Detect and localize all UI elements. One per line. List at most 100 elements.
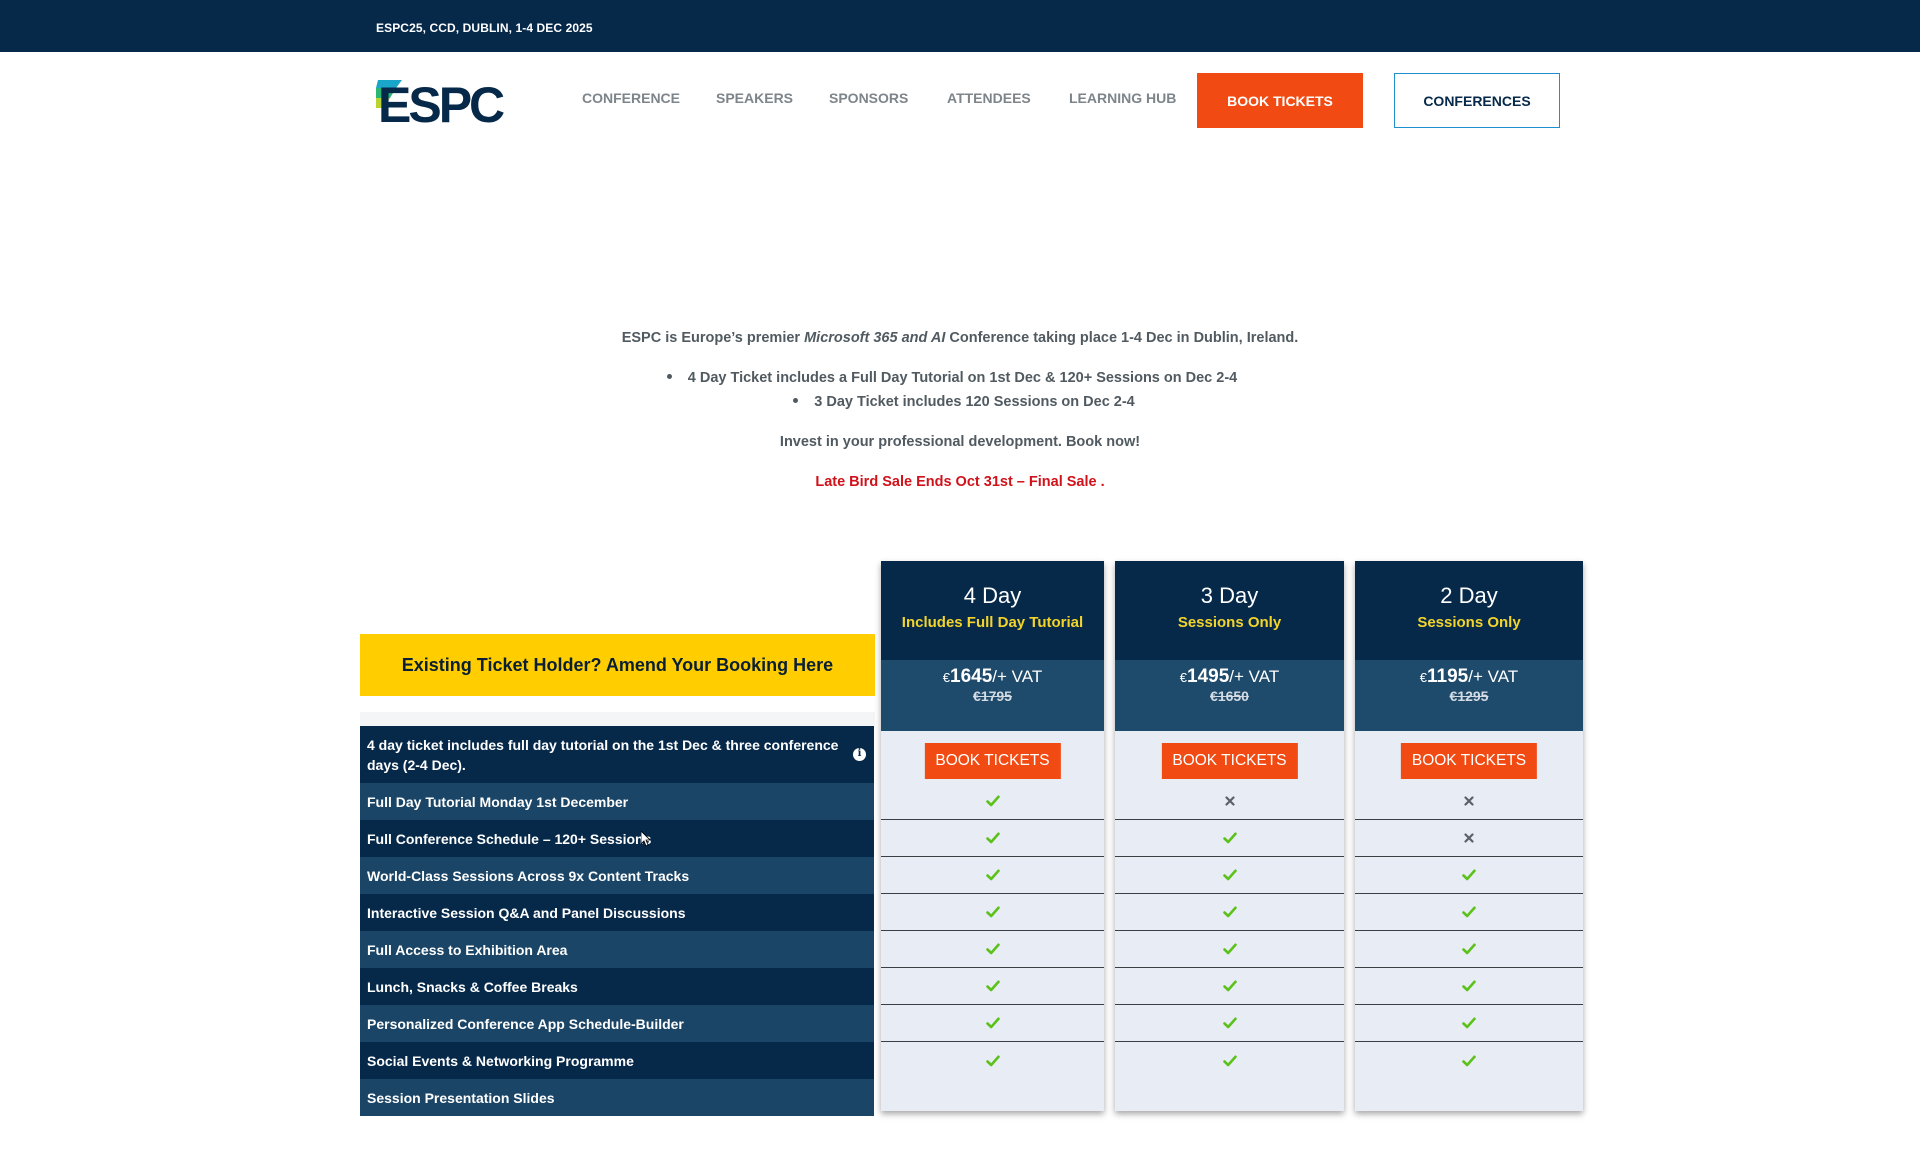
plan-feature-cell	[1355, 1005, 1583, 1042]
plan-feature-cell	[1115, 857, 1344, 894]
plan-name: 4 Day	[963, 583, 1022, 608]
nav-item-learning-hub[interactable]: LEARNING HUB	[1069, 90, 1176, 106]
espc-logo[interactable]: ESPC	[376, 76, 522, 133]
plan-feature-cell	[1355, 1042, 1583, 1079]
espc-logo-mark: ESPC	[376, 77, 507, 133]
plan-book-tickets-button[interactable]: BOOK TICKETS	[1400, 743, 1538, 779]
check-icon	[1222, 906, 1237, 918]
feature-label: Lunch, Snacks & Coffee Breaks	[367, 978, 578, 995]
vat-label: /+ VAT	[1229, 667, 1280, 686]
check-icon	[1462, 869, 1476, 881]
feature-label: 4 day ticket includes full day tutorial …	[367, 736, 839, 773]
plan-name: 2 Day	[1440, 583, 1498, 608]
check-icon	[985, 795, 1000, 807]
feature-label: Full Conference Schedule – 120+ Sessions	[367, 830, 652, 847]
plan-feature-cell	[1355, 783, 1583, 820]
plan-feature-cell	[1115, 931, 1344, 968]
check-icon	[1462, 1017, 1476, 1029]
plan-subtitle: Includes Full Day Tutorial	[901, 614, 1084, 631]
check-icon	[1462, 980, 1476, 992]
plan-feature-cell	[1115, 968, 1344, 1005]
check-icon	[985, 1017, 1000, 1029]
bullet-text: 4 Day Ticket includes a Full Day Tutoria…	[687, 370, 1238, 386]
feature-row: 4 day ticket includes full day tutorial …	[360, 726, 874, 783]
plan-feature-cell	[881, 783, 1104, 820]
plan-feature-cell	[1355, 931, 1583, 968]
intro-text-b: Conference taking place 1-4 Dec in Dubli…	[945, 330, 1299, 346]
currency-symbol: €	[942, 670, 951, 685]
nav-item-speakers[interactable]: SPEAKERS	[716, 90, 793, 106]
plan-subtitle: Sessions Only	[1177, 614, 1282, 631]
plan-price: €1495/+ VAT	[1115, 666, 1344, 688]
info-icon[interactable]: i	[853, 747, 866, 761]
nav-item-sponsors[interactable]: SPONSORS	[829, 90, 908, 106]
plan-feature-cell	[1355, 894, 1583, 931]
feature-label: World-Class Sessions Across 9x Content T…	[367, 867, 690, 884]
plan-feature-cell	[881, 857, 1104, 894]
feature-label: Full Access to Exhibition Area	[367, 941, 568, 958]
plan-feature-cell	[1115, 1042, 1344, 1079]
plan-feature-cell	[881, 968, 1104, 1005]
conferences-button[interactable]: CONFERENCES	[1394, 73, 1560, 128]
feature-row: Full Day Tutorial Monday 1st December	[360, 783, 874, 820]
amend-booking-button[interactable]: Existing Ticket Holder? Amend Your Booki…	[360, 634, 875, 696]
feature-label: Personalized Conference App Schedule-Bui…	[367, 1015, 684, 1032]
intro-text-a: ESPC is Europe’s premier	[621, 330, 805, 346]
header-book-tickets-button[interactable]: BOOK TICKETS	[1197, 73, 1363, 128]
price-value: 1195	[1427, 666, 1469, 687]
feature-label: Interactive Session Q&A and Panel Discus…	[367, 904, 686, 921]
plan-column-2-day: 2 Day Sessions Only €1195/+ VAT €1295 BOOK T…	[1355, 561, 1583, 1111]
check-icon	[1222, 980, 1237, 992]
feature-row: Interactive Session Q&A and Panel Discus…	[360, 894, 874, 931]
feature-label: Social Events & Networking Programme	[367, 1052, 634, 1069]
price-value: 1645	[950, 666, 993, 687]
event-info: ESPC25, CCD, DUBLIN, 1-4 DEC 2025	[376, 21, 593, 35]
check-icon	[1222, 943, 1237, 955]
plan-price: €1645/+ VAT	[881, 666, 1104, 688]
plan-book-tickets-button[interactable]: BOOK TICKETS	[924, 743, 1061, 779]
check-icon	[985, 943, 1000, 955]
check-icon	[1462, 943, 1476, 955]
plan-original-price: €1795	[973, 688, 1012, 704]
bullet-dot-icon	[793, 397, 799, 403]
plan-feature-cell	[1115, 894, 1344, 931]
currency-symbol: €	[1419, 670, 1428, 685]
nav-item-conference[interactable]: CONFERENCE	[582, 90, 680, 106]
cross-icon	[1224, 796, 1235, 806]
mouse-cursor-icon	[641, 831, 651, 847]
intro-paragraph: ESPC is Europe’s premier Microsoft 365 a…	[0, 330, 1920, 346]
plan-book-tickets-button[interactable]: BOOK TICKETS	[1161, 743, 1298, 779]
check-icon	[1222, 832, 1237, 844]
check-icon	[985, 906, 1000, 918]
plan-subtitle: Sessions Only	[1417, 614, 1521, 631]
plan-header: 2 Day Sessions Only	[1355, 561, 1583, 660]
plan-feature-cell	[881, 820, 1104, 857]
check-icon	[985, 1054, 1000, 1066]
feature-row: Session Presentation Slides	[360, 1079, 874, 1116]
plan-feature-cell	[1355, 968, 1583, 1005]
check-icon	[1222, 1017, 1237, 1029]
plan-feature-cell	[881, 894, 1104, 931]
check-icon	[1222, 869, 1237, 881]
nav-item-attendees[interactable]: ATTENDEES	[947, 90, 1031, 106]
plan-column-3-day: 3 Day Sessions Only €1495/+ VAT €1650 BOOK T…	[1115, 561, 1344, 1111]
cross-icon	[1464, 833, 1474, 843]
plan-price: €1195/+ VAT	[1355, 666, 1583, 688]
intro-text-emphasis: Microsoft 365 and AI	[804, 330, 946, 346]
check-icon	[985, 869, 1000, 881]
plan-header: 3 Day Sessions Only	[1115, 561, 1344, 660]
plan-feature-cell	[1115, 783, 1344, 820]
vat-label: /+ VAT	[1468, 667, 1519, 686]
check-icon	[1222, 1054, 1237, 1066]
plan-original-price: €1295	[1449, 688, 1489, 704]
plan-feature-cell	[1115, 820, 1344, 857]
check-icon	[1462, 906, 1476, 918]
vat-label: /+ VAT	[992, 667, 1043, 686]
feature-label: Session Presentation Slides	[367, 1089, 555, 1106]
plan-feature-cell	[881, 931, 1104, 968]
plan-feature-cell	[881, 1005, 1104, 1042]
top-announcement-bar: ESPC25, CCD, DUBLIN, 1-4 DEC 2025	[0, 0, 1920, 52]
feature-row: Social Events & Networking Programme	[360, 1042, 874, 1079]
bullet-item: 3 Day Ticket includes 120 Sessions on De…	[4, 394, 1920, 410]
feature-label: Full Day Tutorial Monday 1st December	[367, 793, 629, 810]
